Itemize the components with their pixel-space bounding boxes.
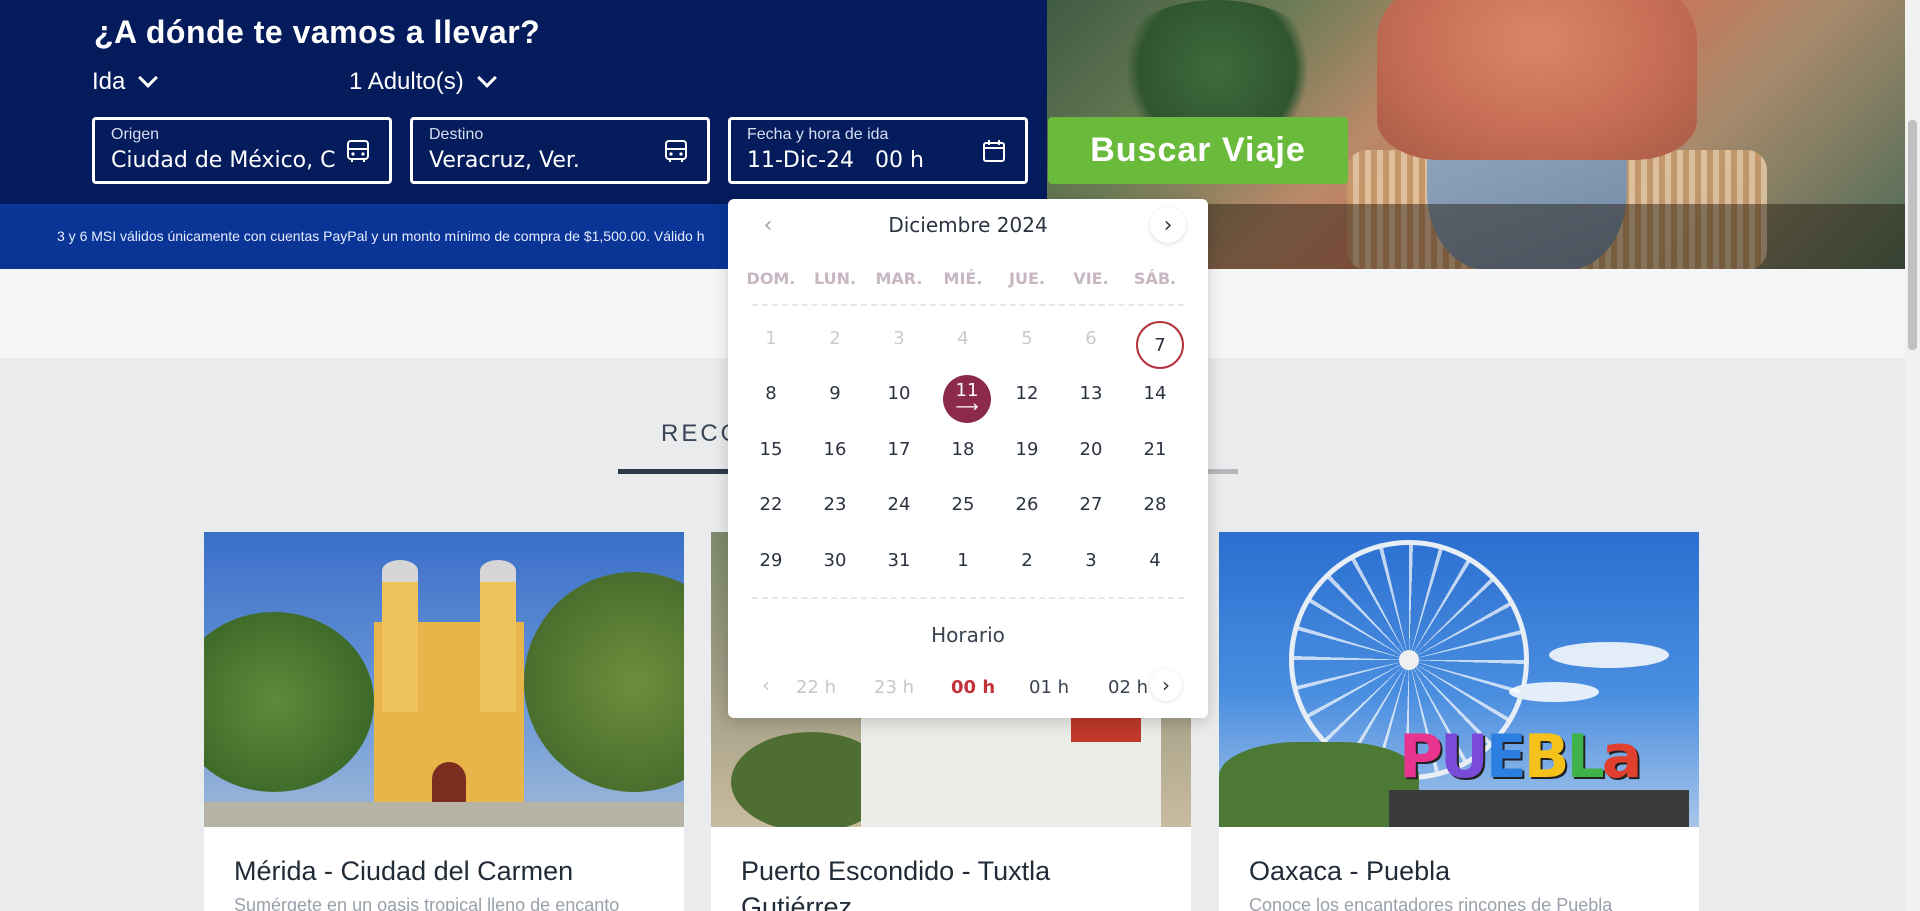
promo-text: 3 y 6 MSI válidos únicamente con cuentas… [57, 228, 705, 244]
calendar-day[interactable]: 18 [939, 425, 987, 473]
weekday-label: JUE. [1009, 269, 1045, 288]
chevron-left-icon: ‹ [762, 673, 770, 697]
calendar-day[interactable]: 9 [811, 369, 859, 417]
route-card-title: Mérida - Ciudad del Carmen [234, 856, 574, 886]
arrow-right-icon: ⟶ [955, 397, 979, 416]
calendar-day[interactable]: 10 [875, 369, 923, 417]
calendar-day[interactable]: 8 [747, 369, 795, 417]
route-card-image: PUEBLa [1219, 532, 1699, 827]
divider [752, 304, 1184, 306]
route-card-description: Conoce los encantadores rincones de Pueb… [1249, 895, 1613, 911]
schedule-label: Horario [931, 623, 1005, 647]
destination-label: Destino [429, 126, 484, 143]
calendar-day: 6 [1085, 327, 1097, 349]
calendar-day[interactable]: 20 [1067, 425, 1115, 473]
calendar-day: 2 [829, 327, 841, 349]
calendar-day[interactable]: 4 [1131, 536, 1179, 584]
calendar-day[interactable]: 23 [811, 480, 859, 528]
calendar-day: 4 [957, 327, 969, 349]
bus-icon [665, 140, 687, 162]
route-card-image [204, 532, 684, 827]
next-hours-button[interactable]: › [1150, 669, 1182, 701]
departure-date-field[interactable]: Fecha y hora de ida 11-Dic-24 00 h [728, 117, 1028, 184]
calendar-day[interactable]: 19 [1003, 425, 1051, 473]
calendar-day[interactable]: 28 [1131, 480, 1179, 528]
weekday-label: DOM. [746, 269, 796, 288]
passengers-dropdown[interactable]: 1 Adulto(s) [349, 68, 497, 96]
destination-value[interactable]: Veracruz, Ver. [429, 148, 654, 173]
calendar-day[interactable]: 2 [1003, 536, 1051, 584]
departure-date-value[interactable]: 11-Dic-24 00 h [747, 148, 972, 173]
calendar-day[interactable]: 26 [1003, 480, 1051, 528]
date-value: 11-Dic-24 [747, 148, 855, 173]
calendar-day-selected[interactable]: 11 ⟶ [943, 375, 991, 423]
route-card-title: Puerto Escondido - Tuxtla Gutiérrez [741, 856, 1051, 911]
calendar-day: 1 [765, 327, 777, 349]
calendar-day[interactable]: 27 [1067, 480, 1115, 528]
calendar-day[interactable]: 13 [1067, 369, 1115, 417]
chevron-right-icon: › [1163, 212, 1173, 238]
origin-field[interactable]: Origen Ciudad de México, CDMX [92, 117, 392, 184]
photo-shirt [1377, 0, 1697, 160]
weekday-label: SÁB. [1133, 269, 1177, 288]
origin-value[interactable]: Ciudad de México, CDMX [111, 148, 336, 173]
chevron-right-icon: › [1162, 673, 1170, 697]
bus-icon [347, 140, 369, 162]
weekday-label: LUN. [813, 269, 857, 288]
trip-type-value: Ida [92, 68, 126, 95]
route-card[interactable]: PUEBLa Oaxaca - Puebla Conoce los encant… [1219, 532, 1699, 911]
calendar-day[interactable]: 22 [747, 480, 795, 528]
hour-option[interactable]: 02 h [1108, 677, 1148, 698]
hour-option-selected[interactable]: 00 h [951, 677, 995, 698]
calendar-day[interactable]: 24 [875, 480, 923, 528]
calendar-month-label: Diciembre 2024 [888, 213, 1048, 237]
chevron-down-icon [476, 68, 497, 88]
calendar-icon [983, 140, 1005, 162]
calendar-day[interactable]: 14 [1131, 369, 1179, 417]
calendar-day[interactable]: 12 [1003, 369, 1051, 417]
scrollbar-thumb[interactable] [1908, 120, 1917, 350]
calendar-day-today[interactable]: 7 [1136, 321, 1184, 369]
hour-option[interactable]: 01 h [1029, 677, 1069, 698]
calendar-day: 5 [1021, 327, 1033, 349]
search-trip-button[interactable]: Buscar Viaje [1048, 117, 1348, 184]
weekday-label: VIE. [1073, 269, 1109, 288]
route-card[interactable]: Mérida - Ciudad del Carmen Sumérgete en … [204, 532, 684, 911]
calendar-day[interactable]: 21 [1131, 425, 1179, 473]
origin-label: Origen [111, 126, 160, 143]
hour-option: 22 h [796, 677, 837, 698]
calendar-day[interactable]: 3 [1067, 536, 1115, 584]
prev-hours-button[interactable]: ‹ [750, 669, 782, 701]
hour-option: 23 h [874, 677, 915, 698]
page-title: ¿A dónde te vamos a llevar? [94, 14, 541, 50]
calendar-day[interactable]: 17 [875, 425, 923, 473]
calendar-day[interactable]: 15 [747, 425, 795, 473]
calendar-day[interactable]: 25 [939, 480, 987, 528]
chevron-down-icon [138, 68, 159, 88]
calendar-day[interactable]: 1 [939, 536, 987, 584]
calendar-day[interactable]: 16 [811, 425, 859, 473]
calendar-day[interactable]: 30 [811, 536, 859, 584]
weekday-label: MAR. [875, 269, 923, 288]
next-month-button[interactable]: › [1150, 207, 1186, 243]
divider [752, 597, 1184, 599]
route-card-title: Oaxaca - Puebla [1249, 856, 1451, 886]
destination-field[interactable]: Destino Veracruz, Ver. [410, 117, 710, 184]
passengers-value: 1 Adulto(s) [349, 68, 464, 95]
calendar-day: 3 [893, 327, 905, 349]
date-picker-popup: ‹ Diciembre 2024 › DOM. LUN. MAR. MIÉ. J… [728, 199, 1208, 718]
route-card-description: Sumérgete en un oasis tropical lleno de … [234, 895, 620, 911]
calendar-day[interactable]: 31 [875, 536, 923, 584]
trip-type-dropdown[interactable]: Ida [92, 68, 159, 96]
hour-value: 00 h [875, 148, 924, 173]
departure-date-label: Fecha y hora de ida [747, 126, 889, 143]
calendar-day[interactable]: 29 [747, 536, 795, 584]
weekday-label: MIÉ. [943, 269, 983, 288]
puebla-sign: PUEBLa [1399, 722, 1642, 792]
